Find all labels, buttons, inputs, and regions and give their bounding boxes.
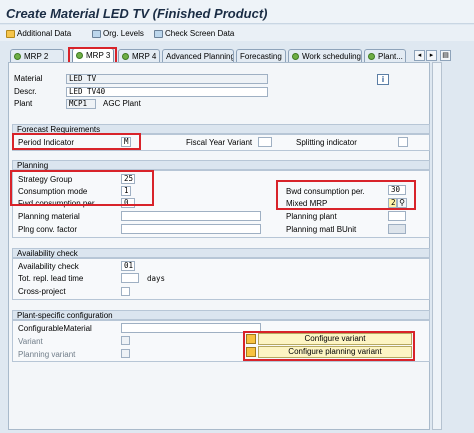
tab-content-panel [8, 62, 430, 430]
planning-material-label: Planning material [18, 212, 80, 221]
variant-label: Variant [18, 337, 43, 346]
planning-plant-label: Planning plant [286, 212, 337, 221]
plant-label: Plant [14, 99, 33, 108]
days-unit-label: days [147, 274, 166, 283]
planning-header: Planning [12, 160, 430, 170]
description-field[interactable]: LED TV40 [66, 87, 268, 97]
check-status-icon [122, 52, 129, 60]
plant-name: AGC Plant [103, 99, 141, 108]
additional-data-button[interactable]: Additional Data [6, 28, 71, 39]
fiscal-year-variant-label: Fiscal Year Variant [186, 138, 253, 147]
splitting-indicator-field[interactable] [398, 137, 408, 147]
tab-label: Advanced Planning [166, 51, 234, 61]
org-levels-button[interactable]: Org. Levels [92, 28, 144, 39]
plant-field: MCP1 [66, 99, 96, 109]
tab-label: MRP 2 [24, 51, 49, 61]
material-field: LED TV [66, 74, 268, 84]
highlight-bwd-mixed [276, 180, 416, 210]
tab-label: MRP 4 [132, 51, 157, 61]
availability-check-field[interactable]: 01 [121, 261, 135, 271]
application-toolbar: Additional Data Org. Levels Check Screen… [0, 25, 474, 41]
check-screen-data-button[interactable]: Check Screen Data [154, 28, 234, 39]
fiscal-year-variant-field[interactable] [258, 137, 272, 147]
planning-plant-field[interactable] [388, 211, 406, 221]
splitting-indicator-label: Splitting indicator [296, 138, 357, 147]
check-status-icon [14, 52, 21, 60]
check-status-icon [292, 52, 299, 60]
info-icon[interactable]: i [377, 74, 389, 85]
org-levels-label: Org. Levels [103, 29, 144, 38]
org-levels-icon [92, 29, 101, 38]
cross-project-label: Cross-project [18, 287, 66, 296]
tab-label: Plant... [378, 51, 403, 61]
tab-mrp4[interactable]: MRP 4 [118, 49, 160, 62]
additional-data-label: Additional Data [17, 29, 72, 38]
tab-label: Forecasting [240, 51, 282, 61]
cross-project-checkbox[interactable] [121, 287, 130, 296]
planning-matl-bunit-field [388, 224, 406, 234]
highlight-period-indicator [12, 133, 141, 150]
highlight-configure-buttons [243, 331, 415, 361]
tab-label: Work scheduling [302, 51, 361, 61]
tab-advanced-planning[interactable]: Advanced Planning [162, 49, 234, 62]
planning-material-field[interactable] [121, 211, 261, 221]
planning-matl-bunit-label: Planning matl BUnit [286, 225, 357, 234]
arrow-right-icon [6, 29, 15, 38]
tot-repl-lead-time-field[interactable] [121, 273, 139, 283]
availability-check-header: Availability check [12, 248, 430, 258]
tab-work-scheduling[interactable]: Work scheduling [288, 49, 362, 62]
check-icon [154, 29, 163, 38]
planning-variant-label: Planning variant [18, 350, 76, 359]
tab-scroll-left-icon[interactable]: ◂ [414, 50, 425, 61]
planning-variant-checkbox [121, 349, 130, 358]
vertical-scrollbar[interactable] [432, 62, 442, 430]
material-label: Material [14, 74, 43, 83]
plng-conv-factor-label: Plng conv. factor [18, 225, 77, 234]
tab-mrp2[interactable]: MRP 2 [10, 49, 64, 62]
variant-checkbox [121, 336, 130, 345]
tab-plant-data[interactable]: Plant... [364, 49, 406, 62]
highlight-strategy-consumption [10, 170, 154, 206]
plng-conv-factor-field[interactable] [121, 224, 261, 234]
descr-label: Descr. [14, 87, 37, 96]
availability-check-label: Availability check [18, 262, 79, 271]
configurable-material-label: ConfigurableMaterial [18, 324, 92, 333]
window-title: Create Material LED TV (Finished Product… [0, 0, 474, 24]
plant-specific-configuration-header: Plant-specific configuration [12, 310, 430, 320]
tab-scroll-right-icon[interactable]: ▸ [426, 50, 437, 61]
tab-forecasting[interactable]: Forecasting [236, 49, 286, 62]
configurable-material-field[interactable] [121, 323, 261, 333]
check-screen-data-label: Check Screen Data [165, 29, 235, 38]
tab-list-icon[interactable]: ▤ [440, 50, 451, 61]
tot-repl-lead-time-label: Tot. repl. lead time [18, 274, 84, 283]
check-status-icon [368, 52, 375, 60]
